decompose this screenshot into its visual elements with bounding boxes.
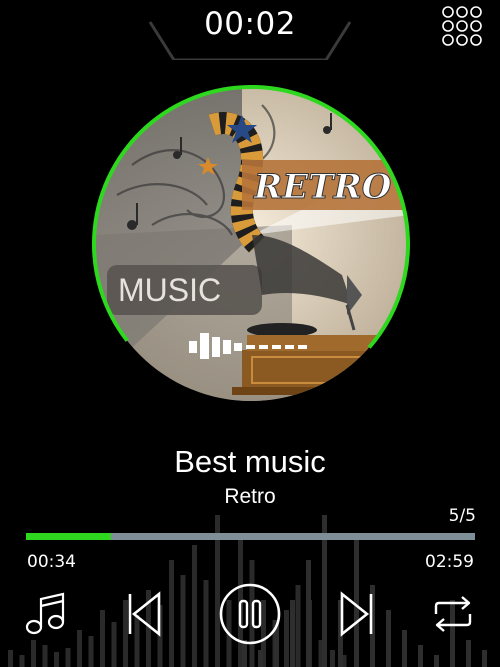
equalizer-bar [203, 580, 209, 667]
equalizer-bar [258, 650, 263, 667]
equalizer-bar [169, 560, 174, 667]
previous-button[interactable] [126, 591, 162, 637]
equalizer-bar [77, 630, 82, 667]
equalizer-bar [386, 610, 391, 667]
equalizer-bar [330, 650, 335, 667]
track-position: 5/5 [448, 506, 476, 526]
equalizer-bar [88, 636, 94, 667]
equalizer-bar [290, 600, 295, 667]
total-duration: 02:59 [425, 552, 474, 572]
equalizer-bar [31, 640, 36, 667]
pause-icon [219, 583, 281, 645]
equalizer-bar [284, 610, 289, 667]
seek-bar[interactable] [26, 533, 475, 540]
equalizer-bar [65, 648, 71, 667]
equalizer-bar [8, 650, 13, 667]
repeat-button[interactable] [430, 594, 476, 634]
pause-button[interactable] [218, 582, 282, 646]
playlist-button[interactable] [24, 590, 68, 638]
repeat-icon [434, 596, 472, 632]
equalizer-bar [306, 560, 311, 667]
equalizer-bar [402, 630, 407, 667]
equalizer-bar [434, 655, 439, 667]
equalizer-bar [180, 575, 186, 667]
equalizer-bar [19, 655, 25, 667]
elapsed-time: 00:34 [27, 552, 76, 572]
grid-menu-icon [442, 6, 482, 46]
album-art: RETRO MUSIC [92, 85, 410, 403]
playback-ring-arc [92, 85, 410, 349]
skip-next-icon [340, 591, 373, 637]
music-note-icon [25, 592, 65, 635]
next-button[interactable] [339, 591, 375, 637]
equalizer-bar [54, 652, 59, 667]
equalizer-bar [418, 645, 423, 667]
song-title: Best music [174, 444, 326, 479]
status-clock: 00:02 [204, 6, 296, 42]
equalizer-bar [192, 545, 197, 667]
equalizer-bar [295, 585, 301, 667]
skip-previous-icon [128, 591, 161, 637]
equalizer-bar [100, 610, 105, 667]
song-artist: Retro [224, 485, 276, 508]
apps-menu-button[interactable] [441, 5, 483, 47]
playback-ring [92, 85, 410, 349]
equalizer-bar [42, 645, 48, 667]
equalizer-bar [466, 640, 471, 667]
equalizer-bar [482, 650, 487, 667]
seek-bar-fill [26, 533, 112, 540]
equalizer-bar [111, 622, 117, 667]
